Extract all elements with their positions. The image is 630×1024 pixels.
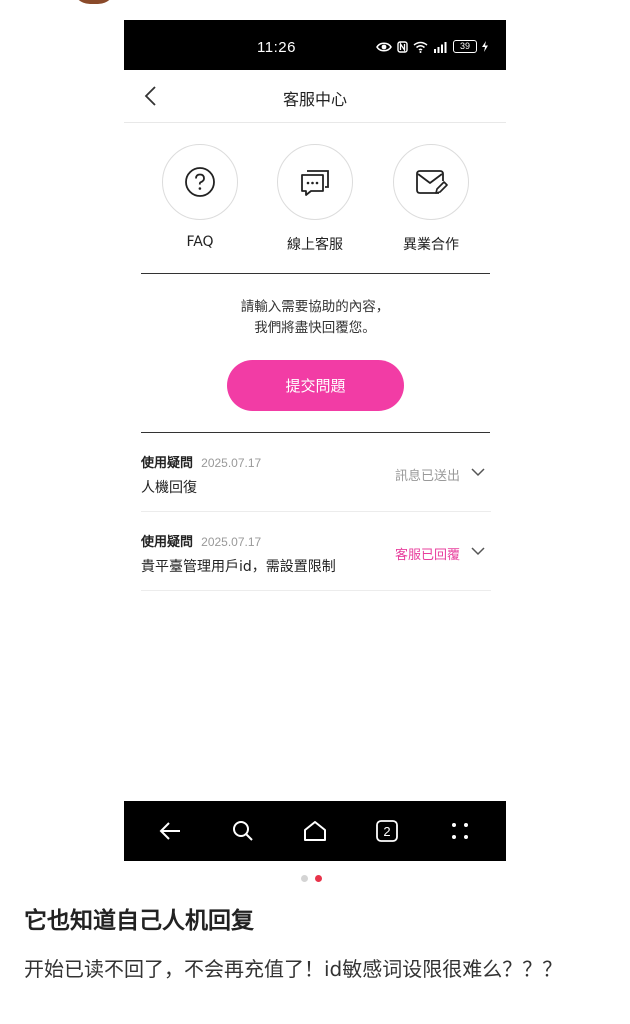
chevron-down-icon[interactable]: [471, 467, 485, 477]
tabs-count: 2: [384, 824, 391, 839]
dots-grid-icon: [451, 823, 468, 839]
home-icon: [303, 821, 326, 841]
tabs-button[interactable]: 2: [369, 813, 405, 849]
phone-screenshot: 11:26 39 客服中心 FAQ 線上客服 異業合作 請輸入需要協助的內容， …: [124, 20, 506, 861]
help-prompt-line1: 請輸入需要協助的內容，: [240, 299, 390, 315]
battery-indicator: 39: [453, 40, 477, 53]
service-online-chat[interactable]: 線上客服: [276, 144, 354, 254]
ticket-row[interactable]: 使用疑問 2025.07.17 貴平臺管理用戶id，需設置限制 客服已回覆: [141, 512, 491, 591]
search-button[interactable]: [225, 813, 261, 849]
service-partnership[interactable]: 異業合作: [392, 144, 470, 254]
arrow-left-icon: [159, 822, 181, 840]
wifi-icon: [413, 41, 428, 53]
help-prompt: 請輸入需要協助的內容， 我們將盡快回覆您。: [124, 297, 506, 339]
nfc-icon: [397, 40, 408, 53]
charging-icon: [482, 41, 488, 52]
back-button[interactable]: [152, 813, 188, 849]
ticket-status: 客服已回覆: [394, 548, 460, 563]
submit-question-button[interactable]: 提交問題: [227, 360, 404, 411]
search-icon: [232, 821, 253, 841]
tabs-icon: 2: [376, 820, 399, 842]
signal-icon: [434, 41, 447, 53]
carousel-dot-active[interactable]: [315, 875, 322, 882]
ticket-subject: 貴平臺管理用戶id，需設置限制: [141, 559, 336, 575]
post-title: 它也知道自己人机回复: [24, 908, 254, 934]
ticket-date: 2025.07.17: [201, 535, 262, 549]
help-prompt-line2: 我們將盡快回覆您。: [254, 320, 376, 336]
ticket-category: 使用疑問: [141, 456, 194, 471]
service-online-chat-circle[interactable]: [277, 144, 353, 220]
section-divider: [141, 273, 490, 274]
status-icons: 39: [376, 40, 488, 53]
ticket-meta: 使用疑問 2025.07.17: [141, 452, 261, 471]
menu-button[interactable]: [442, 813, 478, 849]
chat-bubbles-icon: [301, 170, 329, 196]
mail-edit-icon: [416, 170, 448, 194]
eye-icon: [376, 41, 392, 52]
question-circle-icon: [185, 167, 215, 197]
service-online-chat-label: 線上客服: [287, 237, 343, 253]
service-faq-circle[interactable]: [162, 144, 238, 220]
carousel-dots: [301, 875, 322, 882]
ticket-meta: 使用疑問 2025.07.17: [141, 531, 261, 550]
status-time: 11:26: [257, 39, 296, 56]
ticket-status: 訊息已送出: [394, 469, 460, 484]
browser-bottom-nav: 2: [124, 801, 506, 861]
ticket-category: 使用疑問: [141, 535, 194, 550]
carousel-dot[interactable]: [301, 875, 308, 882]
service-partnership-circle[interactable]: [393, 144, 469, 220]
service-faq[interactable]: FAQ: [161, 144, 239, 250]
service-partnership-label: 異業合作: [403, 237, 459, 253]
chevron-down-icon[interactable]: [471, 546, 485, 556]
ticket-row[interactable]: 使用疑問 2025.07.17 人機回復 訊息已送出: [141, 433, 491, 512]
home-button[interactable]: [297, 813, 333, 849]
post-body: 开始已读不回了，不会再充值了！id敏感词设限很难么？？？: [24, 957, 563, 981]
ticket-date: 2025.07.17: [201, 456, 262, 470]
service-faq-label: FAQ: [186, 234, 214, 250]
status-bar: 11:26 39: [124, 20, 506, 70]
nav-header: 客服中心: [124, 70, 506, 123]
page-title: 客服中心: [282, 90, 347, 109]
ticket-subject: 人機回復: [141, 480, 197, 496]
author-avatar[interactable]: [72, 0, 116, 4]
